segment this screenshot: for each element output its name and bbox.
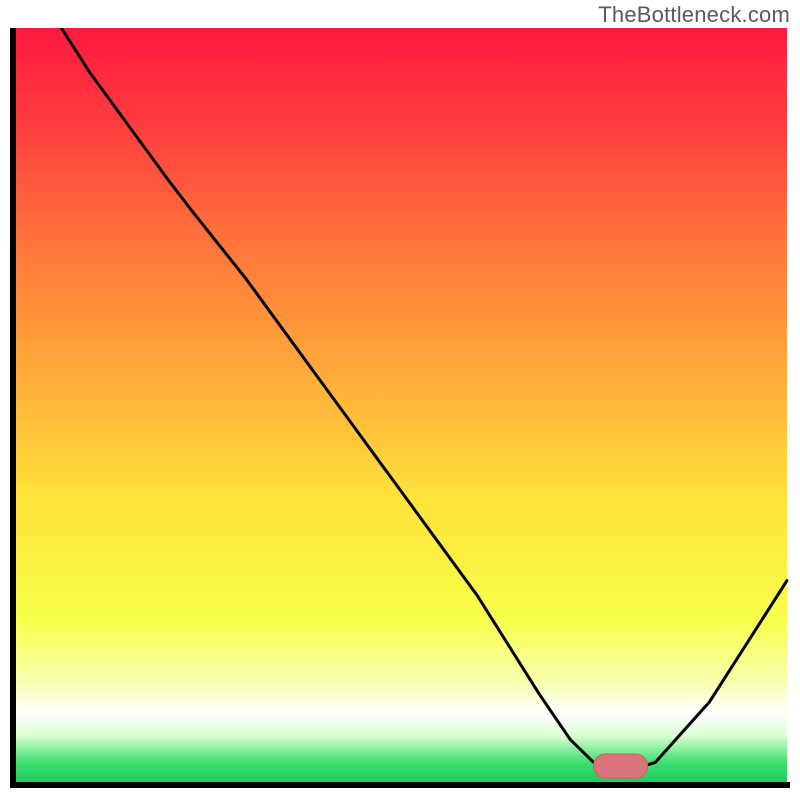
optimal-marker bbox=[594, 754, 648, 778]
watermark-text: TheBottleneck.com bbox=[598, 2, 790, 28]
chart-plot-area bbox=[10, 28, 790, 788]
chart-container: TheBottleneck.com bbox=[0, 0, 800, 800]
chart-svg bbox=[10, 28, 790, 788]
